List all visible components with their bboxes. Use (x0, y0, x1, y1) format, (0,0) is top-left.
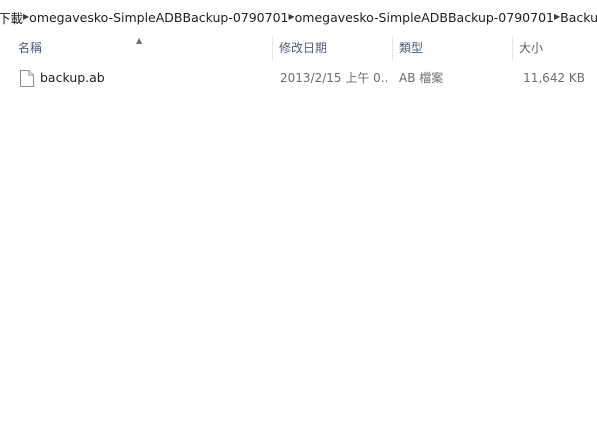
column-header-date-label: 修改日期 (279, 41, 328, 55)
file-row[interactable]: backup.ab 2013/2/15 上午 0... AB 檔案 11,642… (0, 64, 597, 92)
column-header-type-label: 類型 (399, 41, 424, 55)
breadcrumb-item-downloads[interactable]: 下載 (0, 6, 23, 29)
column-header-size[interactable]: 大小 (513, 34, 597, 62)
column-header-name-label: 名稱 (18, 41, 43, 55)
column-header-type[interactable]: 類型 (393, 34, 512, 62)
file-date: 2013/2/15 上午 0... (280, 71, 388, 85)
breadcrumb-item-project-subfolder[interactable]: omegavesko-SimpleADBBackup-0790701 (295, 8, 554, 27)
column-header-date[interactable]: 修改日期 (273, 34, 392, 62)
column-header-row: 名稱 ▲ 修改日期 類型 大小 (0, 34, 597, 62)
breadcrumb-item-backup[interactable]: Backup (560, 8, 597, 27)
sort-ascending-icon: ▲ (136, 36, 143, 45)
file-size: 11,642 KB (523, 71, 585, 85)
breadcrumb-separator-icon[interactable]: ▶ (23, 12, 29, 21)
breadcrumb: 下載 ▶ omegavesko-SimpleADBBackup-0790701 … (0, 0, 597, 34)
breadcrumb-separator-icon[interactable]: ▶ (554, 12, 560, 21)
file-list: backup.ab 2013/2/15 上午 0... AB 檔案 11,642… (0, 64, 597, 92)
column-header-size-label: 大小 (519, 41, 544, 55)
generic-file-icon (20, 69, 34, 87)
breadcrumb-separator-icon[interactable]: ▶ (289, 12, 295, 21)
file-explorer-window: 下載 ▶ omegavesko-SimpleADBBackup-0790701 … (0, 0, 597, 428)
breadcrumb-item-project-folder[interactable]: omegavesko-SimpleADBBackup-0790701 (29, 8, 288, 27)
file-type: AB 檔案 (399, 71, 444, 85)
file-name: backup.ab (40, 70, 105, 85)
file-name-cell[interactable]: backup.ab (20, 64, 270, 92)
